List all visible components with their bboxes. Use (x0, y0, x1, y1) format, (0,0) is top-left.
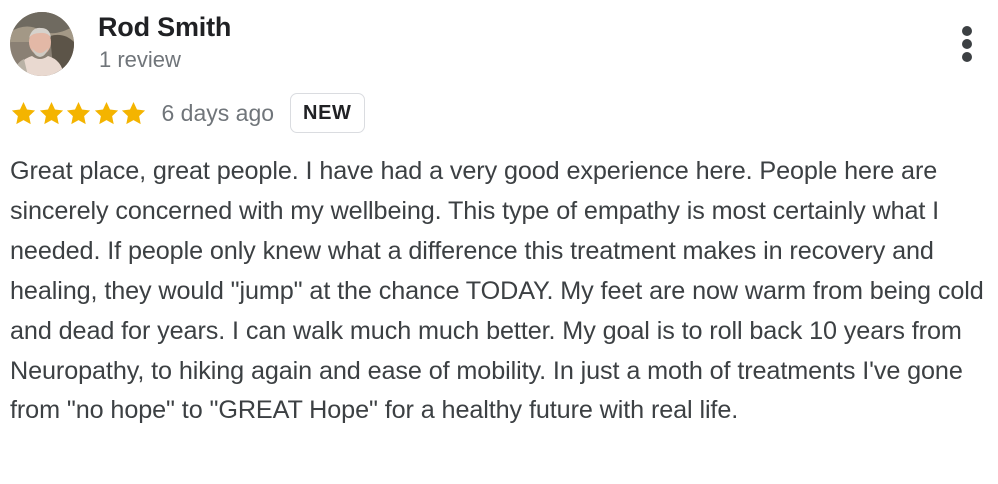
review-count[interactable]: 1 review (99, 46, 181, 74)
author-name[interactable]: Rod Smith (98, 10, 231, 44)
star-icon (11, 101, 36, 124)
star-rating (10, 100, 148, 127)
review-date: 6 days ago (161, 100, 275, 126)
star-icon (121, 101, 146, 124)
more-vert-dot (962, 52, 972, 62)
avatar-photo (10, 12, 74, 76)
more-vert-dot (962, 39, 972, 49)
new-badge: NEW (290, 93, 365, 133)
more-options-button[interactable] (952, 22, 982, 66)
star-icon (39, 101, 63, 124)
rating-row: 6 days ago NEW (10, 92, 365, 134)
star-icon (66, 101, 91, 124)
review-card: Rod Smith 1 review 6 days ago NEW Great … (0, 0, 998, 484)
more-vert-icon (962, 26, 972, 36)
avatar[interactable] (10, 12, 74, 76)
star-icon (94, 101, 118, 124)
review-text: Great place, great people. I have had a … (10, 157, 984, 425)
